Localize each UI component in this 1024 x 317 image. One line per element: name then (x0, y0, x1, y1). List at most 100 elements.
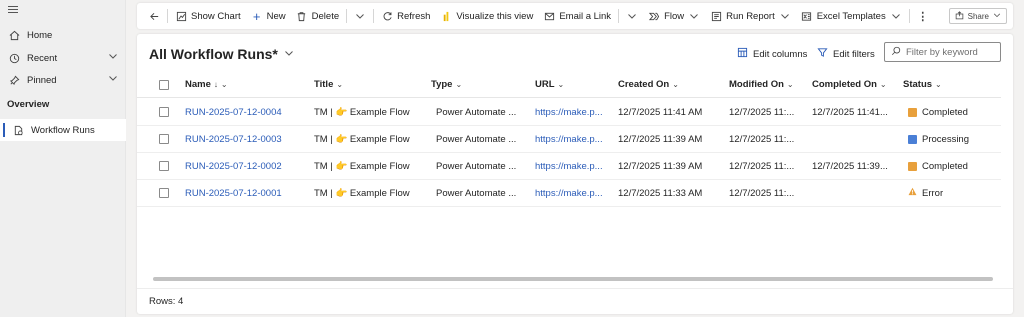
chevron-down-icon: ⌄ (879, 80, 887, 89)
toolbar-divider (346, 9, 348, 23)
chevron-down-icon[interactable] (108, 73, 118, 86)
filter-by-keyword-input[interactable]: Filter by keyword (884, 42, 1001, 62)
table-row[interactable]: RUN-2025-07-12-0002 TM | 👉 Example Flow … (137, 153, 1001, 180)
warning-icon (908, 187, 917, 199)
edit-filters-button[interactable]: Edit filters (817, 47, 875, 61)
flow-button[interactable]: Flow (643, 5, 705, 27)
hamburger-menu-icon[interactable] (8, 6, 18, 15)
status-cell: Completed (908, 99, 968, 125)
status-cell: Error (908, 180, 943, 206)
excel-templates-label: Excel Templates (816, 10, 886, 22)
sidebar-item-pinned[interactable]: Pinned (0, 69, 126, 91)
table-row[interactable]: RUN-2025-07-12-0003 TM | 👉 Example Flow … (137, 126, 1001, 153)
column-header-url[interactable]: URL ⌄ (535, 72, 564, 97)
flow-label: Flow (664, 10, 685, 22)
delete-label: Delete (311, 10, 340, 22)
created-on-cell: 12/7/2025 11:39 AM (618, 160, 703, 172)
url-link[interactable]: https://make.p... (535, 99, 603, 125)
more-email-options-button[interactable] (621, 5, 643, 27)
row-checkbox[interactable] (159, 126, 169, 152)
chevron-down-icon: ⌄ (220, 80, 228, 89)
chevron-down-icon: ⌄ (336, 80, 344, 89)
column-header-created-on[interactable]: Created On ⌄ (618, 72, 679, 97)
power-bi-icon (440, 10, 452, 22)
edit-columns-button[interactable]: Edit columns (737, 47, 807, 61)
new-button[interactable]: + New (246, 5, 291, 27)
flow-icon (648, 10, 660, 22)
chevron-down-icon (890, 10, 902, 22)
column-label: Completed On (812, 79, 877, 90)
back-arrow-icon (148, 10, 160, 22)
url-link[interactable]: https://make.p... (535, 153, 603, 179)
run-name-link[interactable]: RUN-2025-07-12-0003 (185, 126, 282, 152)
row-checkbox[interactable] (159, 180, 169, 206)
more-commands-button[interactable]: ⋮ (912, 5, 934, 27)
view-selector[interactable]: All Workflow Runs* (149, 46, 294, 62)
refresh-label: Refresh (397, 10, 431, 22)
chevron-down-icon (779, 10, 791, 22)
show-chart-label: Show Chart (191, 10, 241, 22)
share-label: Share (967, 11, 989, 21)
table-row[interactable]: RUN-2025-07-12-0004 TM | 👉 Example Flow … (137, 99, 1001, 126)
status-label: Processing (922, 133, 969, 145)
column-header-modified-on[interactable]: Modified On ⌄ (729, 72, 794, 97)
sidebar-item-label: Recent (27, 52, 58, 64)
select-all-checkbox[interactable] (159, 72, 169, 97)
back-button[interactable] (143, 5, 165, 27)
chevron-down-icon (284, 48, 294, 60)
horizontal-scrollbar[interactable] (153, 277, 993, 281)
show-chart-button[interactable]: Show Chart (170, 5, 246, 27)
title-cell: TM | 👉 Example Flow (314, 160, 410, 172)
excel-templates-button[interactable]: Excel Templates (796, 5, 907, 27)
visualize-view-button[interactable]: Visualize this view (435, 5, 538, 27)
share-button[interactable]: Share (948, 8, 1007, 24)
processing-status-icon (908, 134, 917, 144)
chevron-down-icon (354, 10, 366, 22)
run-report-button[interactable]: Run Report (705, 5, 796, 27)
sidebar-item-recent[interactable]: Recent (0, 47, 126, 69)
chevron-down-icon[interactable] (108, 51, 118, 64)
row-checkbox[interactable] (159, 153, 169, 179)
url-link[interactable]: https://make.p... (535, 126, 603, 152)
row-checkbox[interactable] (159, 99, 169, 125)
run-name-link[interactable]: RUN-2025-07-12-0002 (185, 153, 282, 179)
chevron-down-icon: ⌄ (786, 80, 794, 89)
delete-button[interactable]: Delete (291, 5, 344, 27)
column-header-type[interactable]: Type ⌄ (431, 72, 462, 97)
pin-icon (7, 73, 21, 87)
edit-filters-label: Edit filters (833, 48, 875, 60)
column-header-status[interactable]: Status ⌄ (903, 72, 942, 97)
sidebar-item-home[interactable]: Home (0, 24, 126, 46)
more-vertical-icon: ⋮ (917, 10, 929, 23)
modified-on-cell: 12/7/2025 11:... (729, 106, 795, 118)
completed-status-icon (908, 161, 917, 171)
column-header-title[interactable]: Title ⌄ (314, 72, 343, 97)
more-delete-options-button[interactable] (349, 5, 371, 27)
title-cell: TM | 👉 Example Flow (314, 133, 410, 145)
column-header-completed-on[interactable]: Completed On ⌄ (812, 72, 887, 97)
status-cell: Processing (908, 126, 969, 152)
column-label: URL (535, 79, 555, 90)
url-link[interactable]: https://make.p... (535, 180, 603, 206)
created-on-cell: 12/7/2025 11:33 AM (618, 187, 703, 199)
sidebar-section-overview: Overview (7, 99, 50, 110)
email-link-button[interactable]: Email a Link (538, 5, 616, 27)
columns-icon (737, 47, 748, 61)
run-report-label: Run Report (726, 10, 775, 22)
refresh-button[interactable]: Refresh (376, 5, 435, 27)
sidebar-item-workflow-runs[interactable]: Workflow Runs (0, 119, 126, 141)
toolbar-divider (167, 9, 168, 23)
run-name-link[interactable]: RUN-2025-07-12-0004 (185, 99, 282, 125)
created-on-cell: 12/7/2025 11:41 AM (618, 106, 703, 118)
table-row[interactable]: RUN-2025-07-12-0001 TM | 👉 Example Flow … (137, 180, 1001, 207)
clock-icon (7, 51, 21, 65)
home-icon (7, 28, 21, 42)
run-name-link[interactable]: RUN-2025-07-12-0001 (185, 180, 282, 206)
toolbar-divider (373, 9, 375, 23)
title-cell: TM | 👉 Example Flow (314, 187, 410, 199)
modified-on-cell: 12/7/2025 11:... (729, 133, 795, 145)
toolbar-divider (908, 9, 910, 23)
completed-status-icon (908, 107, 917, 117)
sidebar: Home Recent Pinned Overview Workflow Run… (0, 0, 126, 317)
column-header-name[interactable]: Name ↓ ⌄ (185, 72, 228, 97)
